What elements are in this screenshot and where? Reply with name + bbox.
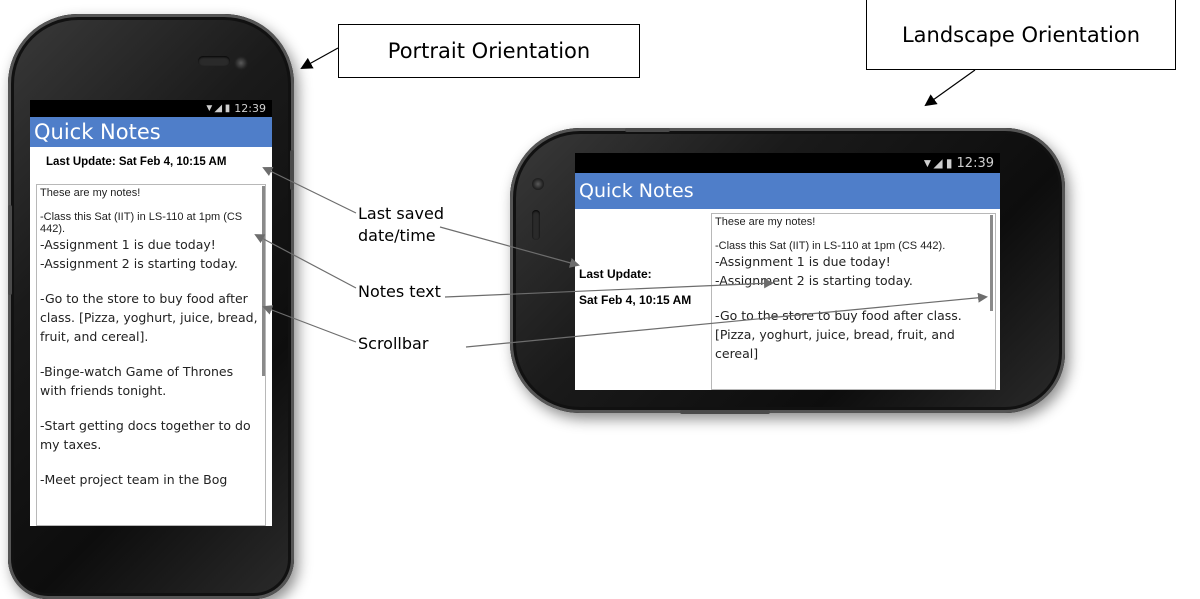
notes-text-area[interactable]: These are my notes! -Class this Sat (IIT… — [711, 213, 996, 390]
status-time: 12:39 — [234, 102, 266, 115]
portrait-screen: ▼◢ ▮ 12:39 Quick Notes Last Update: Sat … — [30, 100, 272, 526]
landscape-callout-arrow — [924, 69, 976, 107]
note-line: -Go to the store to buy food after class… — [715, 308, 966, 361]
scrollbar-label: Scrollbar — [358, 334, 429, 353]
camera-icon — [234, 56, 248, 70]
note-line: -Binge-watch Game of Thrones with friend… — [40, 364, 238, 398]
speaker-grille-icon — [532, 210, 540, 240]
note-line: -Go to the store to buy food after class… — [40, 291, 262, 344]
note-line: -Meet project team in the Bog — [40, 472, 228, 487]
note-line: These are my notes! — [715, 216, 816, 228]
wifi-battery-icon: ▼◢ ▮ — [204, 103, 231, 114]
last-update-label: Last Update: — [579, 267, 652, 281]
last-update-value: Sat Feb 4, 10:15 AM — [579, 293, 692, 307]
app-title: Quick Notes — [579, 180, 694, 202]
note-line: These are my notes! — [40, 187, 141, 199]
volume-button[interactable] — [8, 205, 12, 295]
landscape-orientation-callout: Landscape Orientation — [866, 0, 1176, 70]
note-line: -Assignment 2 is starting today. — [40, 256, 238, 271]
volume-button[interactable] — [625, 128, 670, 132]
power-button[interactable] — [290, 150, 294, 190]
note-line: -Class this Sat (IIT) in LS-110 at 1pm (… — [40, 211, 246, 235]
last-update-label: Last Update: Sat Feb 4, 10:15 AM — [46, 156, 227, 168]
speaker-grille-icon — [198, 56, 230, 66]
notes-scrollbar[interactable] — [990, 215, 993, 311]
app-bar: Quick Notes — [575, 173, 1000, 209]
notes-text-area[interactable]: These are my notes! -Class this Sat (IIT… — [36, 184, 266, 526]
app-title: Quick Notes — [34, 120, 161, 144]
wifi-battery-icon: ▼◢ ▮ — [921, 156, 953, 170]
note-line: -Assignment 1 is due today! — [40, 237, 216, 252]
notes-scrollbar[interactable] — [262, 186, 265, 376]
note-line: -Assignment 1 is due today! — [715, 254, 891, 269]
app-bar: Quick Notes — [30, 117, 272, 147]
status-bar: ▼◢ ▮ 12:39 — [30, 100, 272, 117]
camera-icon — [532, 178, 544, 190]
note-line: -Start getting docs together to do my ta… — [40, 418, 255, 452]
last-saved-label: Last saved date/time — [358, 204, 445, 245]
status-time: 12:39 — [956, 155, 994, 171]
portrait-callout-arrow — [300, 47, 339, 69]
status-bar: ▼◢ ▮ 12:39 — [575, 153, 1000, 173]
notes-text-label: Notes text — [358, 282, 441, 301]
portrait-orientation-callout: Portrait Orientation — [338, 24, 640, 78]
landscape-screen: ▼◢ ▮ 12:39 Quick Notes Last Update: Sat … — [575, 153, 1000, 390]
note-line: -Assignment 2 is starting today. — [715, 273, 913, 288]
power-button[interactable] — [680, 410, 770, 414]
note-line: -Class this Sat (IIT) in LS-110 at 1pm (… — [715, 240, 946, 252]
